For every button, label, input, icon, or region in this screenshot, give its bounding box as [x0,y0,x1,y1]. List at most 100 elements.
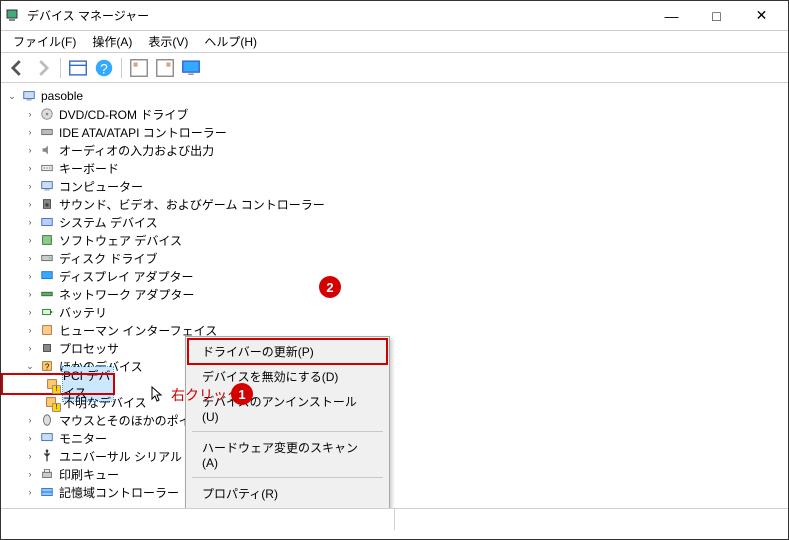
tree-node[interactable]: › システム デバイス [1,213,788,231]
context-menu: ドライバーの更新(P) デバイスを無効にする(D) デバイスのアンインストール(… [185,336,390,508]
minimize-button[interactable]: — [649,2,694,30]
tree-node-label: キーボード [59,160,119,177]
app-icon [5,8,21,24]
tree-root[interactable]: ⌄ pasoble [1,87,788,105]
menu-properties[interactable]: プロパティ(R) [188,481,387,506]
tree-node-unknown-device[interactable]: ! 不明なデバイス [1,393,788,411]
tree-node[interactable]: › コンピューター [1,177,788,195]
device-category-icon [39,466,55,482]
tree-node-pci-device[interactable]: ! PCI デバイス [3,375,113,393]
svg-text:?: ? [45,363,50,372]
menu-view[interactable]: 表示(V) [140,31,196,52]
device-category-icon: ? [39,358,55,374]
expander-icon[interactable]: › [23,341,37,355]
device-category-icon [39,412,55,428]
tree-area[interactable]: ⌄ pasoble › DVD/CD-ROM ドライブ › IDE ATA/AT… [1,83,788,508]
device-category-icon [39,196,55,212]
device-category-icon [39,484,55,500]
tree-node[interactable]: › モニター [1,429,788,447]
view-button-2[interactable] [153,56,177,80]
cursor-icon [151,386,163,404]
tree-node[interactable]: ⌄ ? ほかのデバイス [1,357,788,375]
expander-icon[interactable]: › [23,287,37,301]
menu-help[interactable]: ヘルプ(H) [196,31,265,52]
svg-text:?: ? [100,61,108,76]
tree-node[interactable]: › 記憶域コントローラー [1,483,788,501]
expander-icon[interactable]: › [23,107,37,121]
device-category-icon [39,178,55,194]
tree-node[interactable]: › プロセッサ [1,339,788,357]
menu-separator [192,431,383,432]
tree-node[interactable]: › ディスプレイ アダプター [1,267,788,285]
expander-icon[interactable]: › [23,251,37,265]
show-hidden-button[interactable] [66,56,90,80]
device-category-icon [39,124,55,140]
tree-node-label: システム デバイス [59,214,158,231]
menu-update-driver[interactable]: ドライバーの更新(P) [188,339,387,364]
help-button[interactable]: ? [92,56,116,80]
tree-node[interactable]: › サウンド、ビデオ、およびゲーム コントローラー [1,195,788,213]
device-category-icon [39,106,55,122]
expander-icon[interactable]: › [23,197,37,211]
expander-icon[interactable]: › [23,413,37,427]
menu-separator [192,477,383,478]
tree-node[interactable]: › キーボード [1,159,788,177]
expander-icon[interactable]: › [23,467,37,481]
tree-node-label: ソフトウェア デバイス [59,232,182,249]
device-category-icon [39,304,55,320]
expander-icon[interactable]: › [23,161,37,175]
expander-icon[interactable]: › [23,449,37,463]
tree-node[interactable]: › バッテリ [1,303,788,321]
tree-node-label: サウンド、ビデオ、およびゲーム コントローラー [59,196,325,213]
expander-icon[interactable]: › [23,125,37,139]
tree-node[interactable]: › ネットワーク アダプター [1,285,788,303]
tree-node-label: 記憶域コントローラー [59,484,179,501]
tree-node[interactable]: › ヒューマン インターフェイス [1,321,788,339]
menu-scan-hardware[interactable]: ハードウェア変更のスキャン(A) [188,435,387,474]
expander-icon[interactable]: › [23,143,37,157]
tree-node[interactable]: › IDE ATA/ATAPI コントローラー [1,123,788,141]
forward-button[interactable] [31,56,55,80]
back-button[interactable] [5,56,29,80]
tree-node[interactable]: › オーディオの入力および出力 [1,141,788,159]
tree-node-label: IDE ATA/ATAPI コントローラー [59,124,227,141]
tree-node[interactable]: › 印刷キュー [1,465,788,483]
expander-icon[interactable]: › [23,215,37,229]
tree-node-label: バッテリ [59,304,107,321]
device-category-icon [39,250,55,266]
maximize-button[interactable]: □ [694,2,739,30]
device-category-icon [39,268,55,284]
device-category-icon [39,340,55,356]
tree-node-label: ネットワーク アダプター [59,286,194,303]
device-category-icon [39,142,55,158]
expander-icon[interactable]: ⌄ [23,359,37,373]
expander-icon[interactable]: › [23,269,37,283]
expander-icon[interactable]: ⌄ [5,89,19,103]
menubar: ファイル(F) 操作(A) 表示(V) ヘルプ(H) [1,31,788,53]
tree-node[interactable]: › ユニバーサル シリアル バス コントローラー [1,447,788,465]
tree-node[interactable]: › ソフトウェア デバイス [1,231,788,249]
tree-node-label: オーディオの入力および出力 [59,142,214,159]
expander-icon[interactable]: › [23,323,37,337]
device-category-icon [39,214,55,230]
tree-node[interactable]: › DVD/CD-ROM ドライブ [1,105,788,123]
tree-node[interactable]: › ディスク ドライブ [1,249,788,267]
expander-icon[interactable]: › [23,431,37,445]
tree-node[interactable]: › マウスとそのほかのポインティング デバイス [1,411,788,429]
tree-node-label: DVD/CD-ROM ドライブ [59,106,188,123]
close-button[interactable]: ✕ [739,2,784,30]
expander-icon[interactable]: › [23,233,37,247]
expander-icon[interactable]: › [23,305,37,319]
expander-icon[interactable]: › [23,485,37,499]
tree-node-label: ディスク ドライブ [59,250,158,267]
device-icon: ! [43,394,59,410]
view-button-1[interactable] [127,56,151,80]
toolbar-separator [121,58,122,78]
menu-action[interactable]: 操作(A) [84,31,140,52]
window-title: デバイス マネージャー [27,7,649,24]
device-category-icon [39,286,55,302]
tree-node-label: モニター [59,430,107,447]
menu-file[interactable]: ファイル(F) [5,31,84,52]
expander-icon[interactable]: › [23,179,37,193]
monitor-button[interactable] [179,56,203,80]
